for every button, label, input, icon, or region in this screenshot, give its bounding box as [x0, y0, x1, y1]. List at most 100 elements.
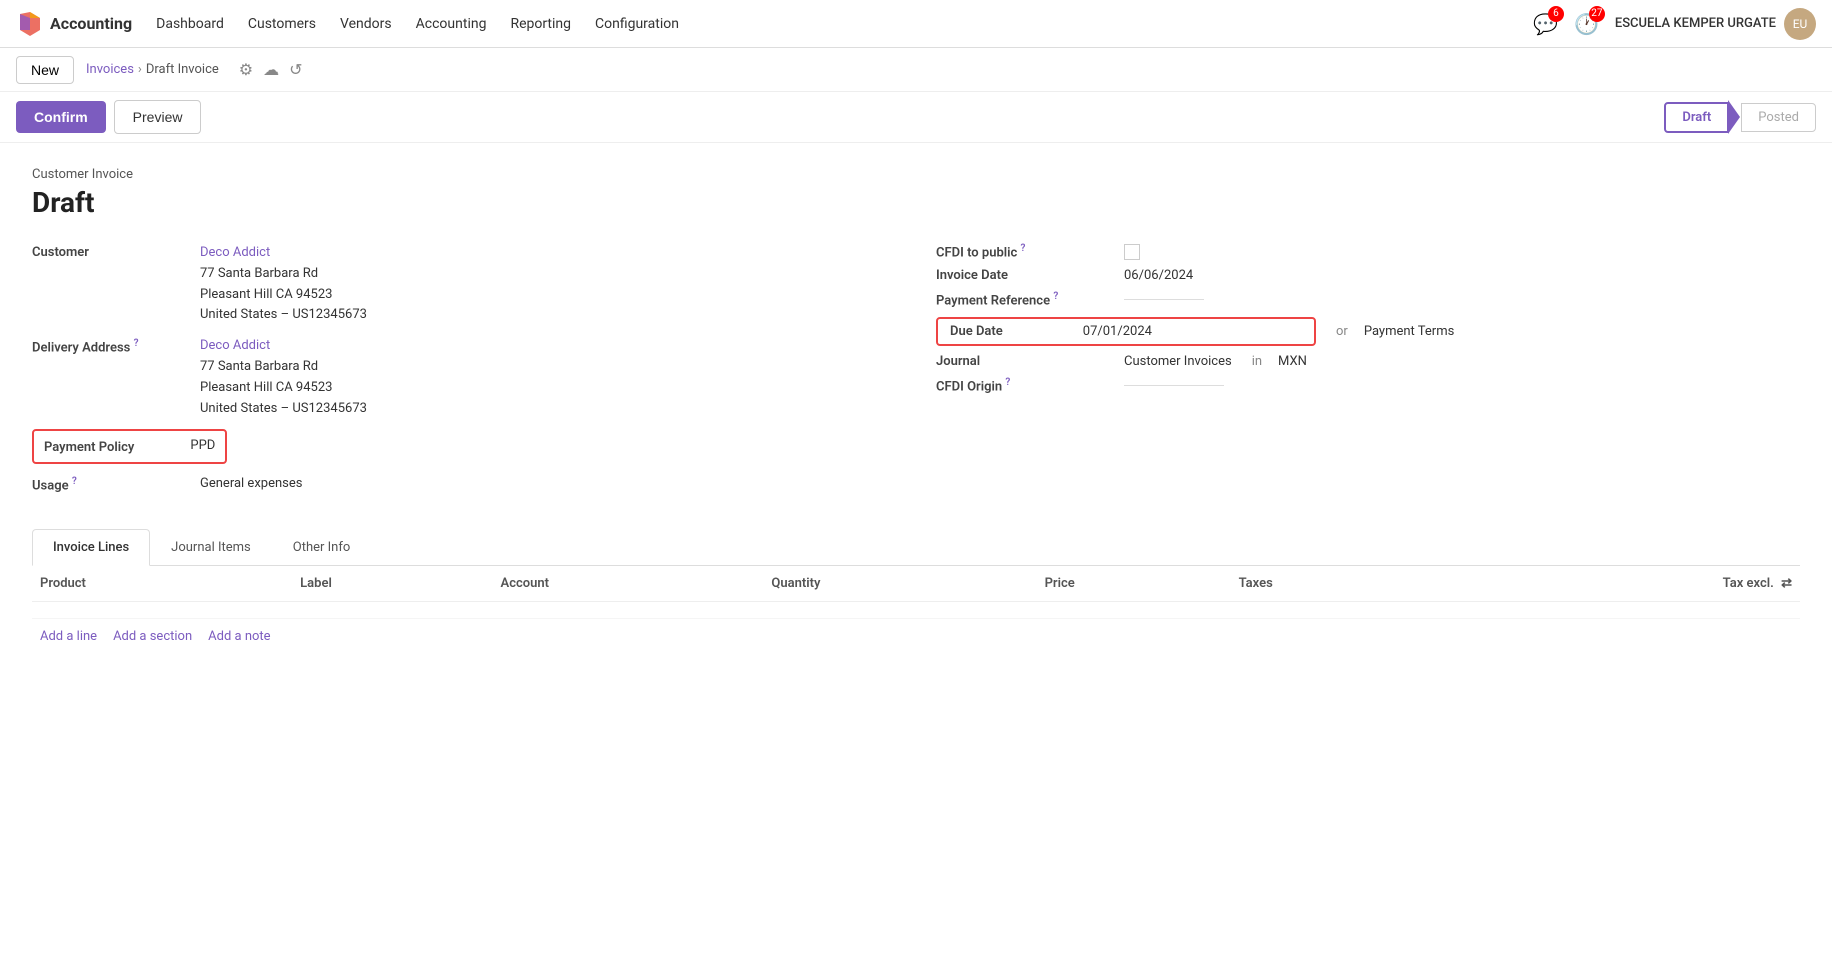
- journal-value[interactable]: Customer Invoices: [1124, 354, 1232, 369]
- customer-label: Customer: [32, 243, 192, 260]
- col-tax-excl: Tax excl. ⇄: [1441, 566, 1800, 602]
- status-arrow: [1728, 100, 1740, 134]
- tab-journal-items[interactable]: Journal Items: [150, 529, 272, 566]
- journal-label: Journal: [936, 354, 1116, 369]
- cfdi-origin-label: CFDI Origin ?: [936, 377, 1116, 394]
- status-draft[interactable]: Draft: [1664, 102, 1729, 133]
- nav-reporting[interactable]: Reporting: [510, 12, 571, 36]
- or-label: or: [1336, 324, 1348, 339]
- due-date-label: Due Date: [950, 324, 1003, 339]
- nav-customers[interactable]: Customers: [248, 12, 316, 36]
- col-quantity: Quantity: [763, 566, 1036, 602]
- add-note-link[interactable]: Add a note: [208, 629, 270, 644]
- cloud-icon[interactable]: ☁: [263, 60, 279, 79]
- customer-name[interactable]: Deco Addict: [200, 243, 367, 264]
- nav-accounting[interactable]: Accounting: [416, 12, 487, 36]
- col-label: Label: [292, 566, 492, 602]
- due-date-box: Due Date 07/01/2024: [936, 317, 1316, 346]
- avatar: EU: [1784, 8, 1816, 40]
- switch-icon[interactable]: ⇄: [1781, 576, 1792, 591]
- delivery-name[interactable]: Deco Addict: [200, 336, 367, 357]
- payment-policy-value[interactable]: PPD: [190, 436, 215, 457]
- payment-ref-row: Payment Reference ?: [936, 291, 1800, 308]
- delivery-value: Deco Addict 77 Santa Barbara Rd Pleasant…: [200, 336, 367, 419]
- tabs: Invoice Lines Journal Items Other Info: [32, 529, 1800, 566]
- due-date-row: Due Date 07/01/2024 or Payment Terms: [936, 317, 1800, 346]
- cfdi-public-help-icon[interactable]: ?: [1021, 243, 1026, 254]
- cfdi-origin-help-icon[interactable]: ?: [1005, 377, 1010, 388]
- invoice-date-value[interactable]: 06/06/2024: [1124, 268, 1193, 283]
- invoice-title: Draft: [32, 186, 1800, 219]
- cfdi-public-label: CFDI to public ?: [936, 243, 1116, 260]
- delivery-address-2: Pleasant Hill CA 94523: [200, 378, 367, 399]
- cfdi-public-row: CFDI to public ?: [936, 243, 1800, 260]
- add-line-link[interactable]: Add a line: [40, 629, 97, 644]
- tab-other-info[interactable]: Other Info: [272, 529, 372, 566]
- top-nav: Accounting Dashboard Customers Vendors A…: [0, 0, 1832, 48]
- col-price: Price: [1037, 566, 1231, 602]
- settings-icon[interactable]: ⚙: [239, 60, 253, 79]
- nav-vendors[interactable]: Vendors: [340, 12, 392, 36]
- status-posted[interactable]: Posted: [1741, 103, 1816, 132]
- invoice-date-label: Invoice Date: [936, 268, 1116, 283]
- delivery-label: Delivery Address ?: [32, 336, 192, 355]
- logo-icon: [16, 10, 44, 38]
- user-name: ESCUELA KEMPER URGATE: [1615, 16, 1776, 31]
- payment-policy-box: Payment Policy PPD: [32, 429, 227, 464]
- journal-row: Journal Customer Invoices in MXN: [936, 354, 1800, 369]
- nav-configuration[interactable]: Configuration: [595, 12, 679, 36]
- usage-value[interactable]: General expenses: [200, 474, 302, 495]
- customer-value: Deco Addict 77 Santa Barbara Rd Pleasant…: [200, 243, 367, 326]
- invoice-type-label: Customer Invoice: [32, 167, 1800, 182]
- currency-value[interactable]: MXN: [1278, 354, 1307, 369]
- user-menu[interactable]: ESCUELA KEMPER URGATE EU: [1615, 8, 1816, 40]
- payment-ref-value[interactable]: [1124, 299, 1204, 300]
- invoice-table: Product Label Account Quantity Price Tax…: [32, 566, 1800, 619]
- breadcrumb-row: New Invoices › Draft Invoice ⚙ ☁ ↺: [0, 48, 1832, 92]
- delivery-address-1: 77 Santa Barbara Rd: [200, 357, 367, 378]
- form-section: Customer Deco Addict 77 Santa Barbara Rd…: [32, 243, 1800, 505]
- usage-help-icon[interactable]: ?: [72, 476, 77, 487]
- form-left: Customer Deco Addict 77 Santa Barbara Rd…: [32, 243, 896, 505]
- nav-dashboard[interactable]: Dashboard: [156, 12, 224, 36]
- due-date-value[interactable]: 07/01/2024: [1083, 324, 1152, 339]
- breadcrumb-parent[interactable]: Invoices: [86, 62, 134, 77]
- new-button[interactable]: New: [16, 56, 74, 84]
- form-right: CFDI to public ? Invoice Date 06/06/2024…: [936, 243, 1800, 505]
- customer-row: Customer Deco Addict 77 Santa Barbara Rd…: [32, 243, 896, 326]
- delivery-address-3: United States – US12345673: [200, 399, 367, 420]
- payment-ref-label: Payment Reference ?: [936, 291, 1116, 308]
- delivery-address-row: Delivery Address ? Deco Addict 77 Santa …: [32, 336, 896, 419]
- tab-invoice-lines[interactable]: Invoice Lines: [32, 529, 150, 566]
- payment-terms-label[interactable]: Payment Terms: [1364, 324, 1455, 339]
- action-bar: Confirm Preview Draft Posted: [0, 92, 1832, 143]
- status-bar: Draft Posted: [1664, 100, 1816, 134]
- messages-button[interactable]: 💬 6: [1533, 12, 1558, 36]
- clock-count: 27: [1589, 6, 1605, 22]
- breadcrumb-current: Draft Invoice: [146, 62, 219, 77]
- main-content: Customer Invoice Draft Customer Deco Add…: [0, 143, 1832, 958]
- cfdi-origin-row: CFDI Origin ?: [936, 377, 1800, 394]
- confirm-button[interactable]: Confirm: [16, 101, 106, 133]
- app-logo[interactable]: Accounting: [16, 10, 132, 38]
- invoice-date-row: Invoice Date 06/06/2024: [936, 268, 1800, 283]
- cfdi-origin-value[interactable]: [1124, 385, 1224, 386]
- clock-button[interactable]: 🕐 27: [1574, 12, 1599, 36]
- col-taxes: Taxes: [1231, 566, 1442, 602]
- empty-row: [32, 601, 1800, 618]
- payment-ref-help-icon[interactable]: ?: [1053, 291, 1058, 302]
- usage-row: Usage ? General expenses: [32, 474, 896, 495]
- customer-address-1: 77 Santa Barbara Rd: [200, 264, 367, 285]
- breadcrumb: Invoices › Draft Invoice: [86, 62, 219, 77]
- nav-right: 💬 6 🕐 27 ESCUELA KEMPER URGATE EU: [1533, 8, 1816, 40]
- delivery-help-icon[interactable]: ?: [134, 338, 139, 349]
- add-section-link[interactable]: Add a section: [113, 629, 192, 644]
- app-name: Accounting: [50, 14, 132, 33]
- cfdi-public-checkbox[interactable]: [1124, 244, 1140, 260]
- breadcrumb-icons: ⚙ ☁ ↺: [239, 60, 303, 79]
- preview-button[interactable]: Preview: [114, 100, 202, 134]
- refresh-icon[interactable]: ↺: [289, 60, 302, 79]
- customer-address-3: United States – US12345673: [200, 305, 367, 326]
- table-body: [32, 601, 1800, 618]
- payment-policy-label: Payment Policy: [44, 438, 134, 455]
